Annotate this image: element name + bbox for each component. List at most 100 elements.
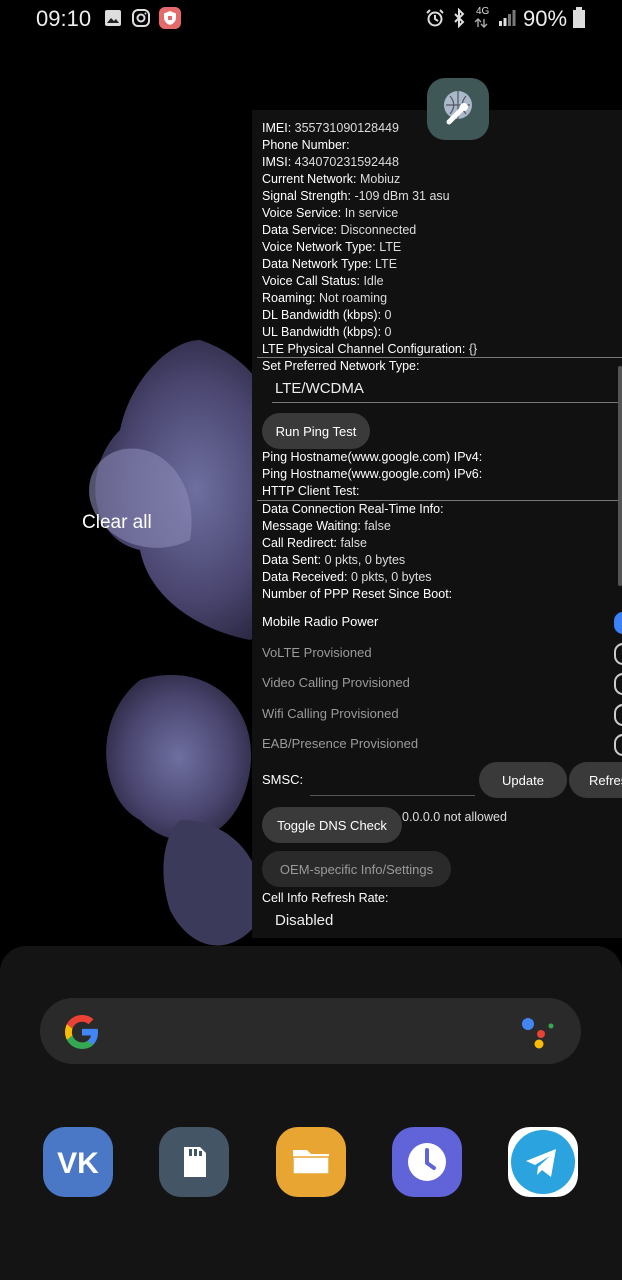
scrollbar[interactable] (618, 366, 622, 586)
vk-icon: VK (57, 1147, 99, 1180)
data-row-value: false (340, 536, 367, 550)
divider (257, 357, 622, 358)
files-app[interactable] (276, 1127, 346, 1197)
clock-icon (408, 1143, 446, 1181)
preferred-network-dropdown[interactable]: LTE/WCDMA (275, 380, 364, 397)
toggle-dns-check-button[interactable]: Toggle DNS Check (262, 807, 402, 843)
data-row-label: Data Sent: (262, 553, 322, 567)
status-bar: 09:10 4G 90% (0, 0, 622, 40)
shield-app-icon (159, 7, 181, 29)
bluetooth-icon (454, 8, 465, 28)
info-row-value: -109 dBm 31 asu (354, 189, 450, 203)
signal-icon (499, 10, 516, 26)
phone-info-window: IMEI: 355731090128449 Phone Number: IMSI:… (252, 110, 622, 938)
google-assistant-icon (522, 1018, 554, 1049)
info-row-label: Voice Service: (262, 206, 342, 220)
data-row-value: false (364, 519, 391, 533)
smsc-label: SMSC: (262, 772, 304, 787)
refresh-rate-dropdown[interactable]: Disabled (275, 912, 333, 929)
info-row-label: Data Service: (262, 223, 338, 237)
home-sheet (0, 946, 622, 1280)
info-row: Phone Number: (262, 138, 350, 152)
data-row-label: Number of PPP Reset Since Boot: (262, 587, 453, 601)
info-row-value: LTE (375, 257, 398, 271)
preferred-network-label: Set Preferred Network Type: (262, 359, 420, 373)
dns-status: 0.0.0.0 not allowed (402, 810, 507, 824)
toggle-switch (614, 642, 622, 665)
svg-text:VK: VK (57, 1147, 99, 1180)
info-row: IMEI: 355731090128449 (262, 121, 399, 135)
google-g-icon (65, 1015, 98, 1049)
sd-card-app[interactable] (159, 1127, 229, 1197)
battery-icon (573, 7, 585, 28)
refresh-button[interactable]: Refres (569, 762, 622, 798)
clock-app[interactable] (392, 1127, 462, 1197)
data-row-value: 0 pkts, 0 bytes (324, 553, 406, 567)
toggle-row: Mobile Radio Power (262, 614, 379, 629)
network-type-label: 4G (476, 6, 490, 17)
alarm-icon (426, 9, 444, 27)
info-row-label: Voice Network Type: (262, 240, 376, 254)
globe-wrench-icon (444, 91, 472, 125)
info-row: Roaming: Not roaming (262, 291, 387, 305)
info-row: Voice Network Type: LTE (262, 240, 401, 254)
data-row-label: Data Received: (262, 570, 348, 584)
ping-row-label: HTTP Client Test: (262, 484, 360, 498)
info-row-value: 0 (384, 325, 392, 339)
clear-all-button[interactable]: Clear all (82, 512, 152, 534)
vk-app[interactable]: VK (43, 1127, 113, 1197)
info-row-value: 355731090128449 (294, 121, 399, 135)
info-row-label: Data Network Type: (262, 257, 372, 271)
data-row: Message Waiting: false (262, 519, 391, 533)
update-button[interactable]: Update (479, 762, 567, 798)
info-row-value: Not roaming (318, 291, 388, 305)
info-row: Voice Service: In service (262, 206, 398, 220)
info-row-value: Idle (363, 274, 384, 288)
info-row: LTE Physical Channel Configuration: {} (262, 342, 477, 356)
toggle-switch (614, 734, 622, 756)
files-icon (292, 1150, 330, 1175)
toggle-row: EAB/Presence Provisioned (262, 736, 419, 751)
telegram-icon (511, 1130, 575, 1194)
toggle-switch[interactable] (614, 612, 622, 634)
ping-row: Ping Hostname(www.google.com) IPv4: (262, 450, 482, 464)
phone-info-app-icon[interactable] (427, 78, 489, 140)
smsc-input[interactable] (310, 762, 475, 796)
data-row-label: Data Connection Real-Time Info: (262, 502, 444, 516)
data-row: Number of PPP Reset Since Boot: (262, 587, 452, 601)
ping-row-label: Ping Hostname(www.google.com) IPv4: (262, 450, 483, 464)
data-row: Data Connection Real-Time Info: (262, 502, 444, 516)
ping-row-label: Ping Hostname(www.google.com) IPv6: (262, 467, 483, 481)
toggle-row: Wifi Calling Provisioned (262, 705, 399, 721)
google-search-bar[interactable] (40, 998, 581, 1064)
info-row-value: 434070231592448 (294, 155, 399, 169)
info-row-label: Voice Call Status: (262, 274, 360, 288)
info-row-label: Signal Strength: (262, 189, 351, 203)
oem-settings-button: OEM-specific Info/Settings (262, 851, 451, 887)
info-row-label: Current Network: (262, 172, 357, 186)
info-row: Signal Strength: -109 dBm 31 asu (262, 189, 450, 203)
gallery-icon (105, 10, 121, 26)
info-row-label: LTE Physical Channel Configuration: (262, 342, 466, 356)
data-row: Data Received: 0 pkts, 0 bytes (262, 570, 432, 584)
toggle-switch (614, 703, 622, 726)
data-arrows-icon (474, 18, 488, 28)
info-row-value: Disconnected (340, 223, 417, 237)
status-time: 09:10 (36, 6, 92, 31)
run-ping-test-button[interactable]: Run Ping Test (262, 413, 370, 449)
dropdown-underline (272, 402, 622, 403)
info-row-value: {} (468, 342, 478, 356)
toggle-row: VoLTE Provisioned (262, 644, 372, 660)
toggle-switch (614, 673, 622, 695)
battery-percent: 90% (523, 6, 568, 31)
info-row: Voice Call Status: Idle (262, 274, 384, 288)
info-row-label: IMSI: (262, 155, 292, 169)
info-row: DL Bandwidth (kbps): 0 (262, 308, 391, 322)
telegram-app[interactable] (508, 1127, 578, 1197)
info-row: Data Network Type: LTE (262, 257, 397, 271)
info-row: IMSI: 434070231592448 (262, 155, 399, 169)
ping-row: HTTP Client Test: (262, 484, 360, 498)
info-row-value: Mobiuz (359, 172, 401, 186)
divider (257, 500, 622, 501)
info-row-label: Phone Number: (262, 138, 350, 152)
